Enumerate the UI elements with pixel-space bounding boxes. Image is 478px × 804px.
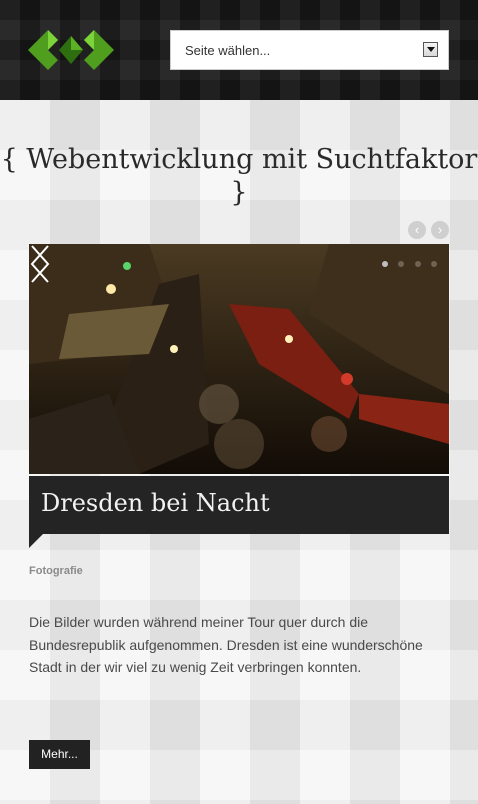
slider-dot[interactable] xyxy=(431,261,437,267)
slider-next-small-button[interactable]: › xyxy=(431,221,449,239)
image-slider[interactable] xyxy=(29,244,449,474)
caption-pointer xyxy=(29,534,43,548)
slider-dots xyxy=(376,254,437,272)
page-select[interactable]: Seite wählen... xyxy=(170,30,449,70)
slide-caption-title: Dresden bei Nacht xyxy=(41,489,270,517)
page-tagline: { Webentwicklung mit Suchtfaktor } xyxy=(0,144,478,208)
slider-dot[interactable] xyxy=(414,261,421,267)
site-header: Seite wählen... xyxy=(0,0,478,100)
chevron-right-icon[interactable] xyxy=(29,244,51,284)
post-category[interactable]: Fotografie xyxy=(29,565,83,577)
slider-prev-small-button[interactable]: ‹ xyxy=(408,221,426,239)
night-street-photo xyxy=(29,244,449,474)
slider-dot[interactable] xyxy=(398,261,405,267)
chevron-down-icon[interactable] xyxy=(423,42,438,57)
more-button[interactable]: Mehr... xyxy=(29,740,90,769)
page-select-value: Seite wählen... xyxy=(185,43,271,58)
slide-caption: Dresden bei Nacht xyxy=(29,476,449,534)
logo-icon[interactable] xyxy=(28,24,114,76)
slider-dot[interactable] xyxy=(381,261,388,267)
post-description: Die Bilder wurden während meiner Tour qu… xyxy=(29,614,423,675)
